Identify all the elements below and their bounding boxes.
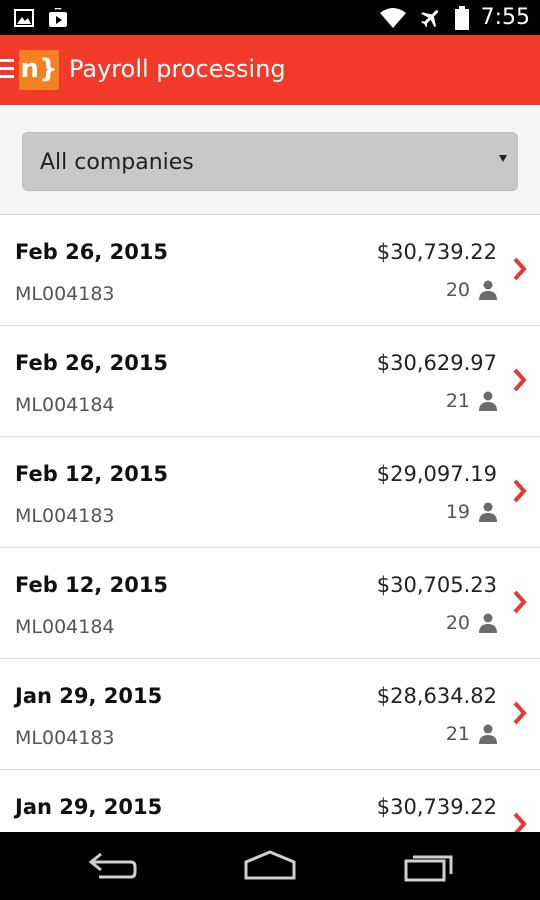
status-time: 7:55: [480, 5, 530, 30]
status-bar: 7:55: [0, 0, 540, 35]
image-icon: [14, 9, 34, 27]
payroll-date: Jan 29, 2015: [15, 795, 163, 819]
system-nav-bar: [0, 832, 540, 900]
company-code: ML004183: [15, 283, 115, 305]
back-icon[interactable]: [87, 850, 137, 882]
company-code: ML004183: [15, 727, 115, 749]
payroll-row[interactable]: Feb 26, 2015 ML004184 $30,629.97 21: [0, 326, 540, 437]
company-select[interactable]: All companies: [22, 132, 518, 191]
payroll-amount: $30,739.22: [376, 795, 497, 819]
menu-icon[interactable]: [0, 59, 14, 79]
payroll-amount: $30,705.23: [376, 573, 497, 597]
payroll-row[interactable]: Jan 29, 2015 ML004183 $28,634.82 21: [0, 659, 540, 770]
payroll-row[interactable]: Jan 29, 2015 $30,739.22: [0, 770, 540, 832]
employee-count: 21: [446, 723, 497, 745]
employee-count-value: 20: [445, 279, 470, 301]
payroll-amount: $28,634.82: [376, 684, 497, 708]
app-logo[interactable]: n}: [19, 50, 59, 90]
employee-count-value: 20: [445, 612, 470, 634]
employee-count: 20: [446, 279, 497, 301]
payroll-date: Feb 26, 2015: [15, 240, 169, 264]
employee-count: 21: [446, 390, 497, 412]
payroll-amount: $29,097.19: [376, 462, 497, 486]
chevron-right-icon[interactable]: [513, 479, 527, 503]
app-bar: n} Payroll processing: [0, 35, 540, 105]
company-code: ML004184: [15, 616, 115, 638]
payroll-date: Feb 12, 2015: [15, 573, 169, 597]
payroll-row[interactable]: Feb 26, 2015 ML004183 $30,739.22 20: [0, 215, 540, 326]
company-code: ML004183: [15, 505, 115, 527]
employee-count-value: 21: [445, 390, 470, 412]
home-icon[interactable]: [243, 850, 297, 882]
chevron-right-icon[interactable]: [513, 257, 527, 281]
payroll-amount: $30,739.22: [376, 240, 497, 264]
payroll-list: Feb 26, 2015 ML004183 $30,739.22 20 Feb …: [0, 215, 540, 832]
employee-count-value: 21: [445, 723, 470, 745]
airplane-icon: [420, 9, 438, 27]
payroll-amount: $30,629.97: [376, 351, 497, 375]
recent-apps-icon[interactable]: [404, 850, 454, 882]
company-code: ML004184: [15, 394, 115, 416]
company-select-value: All companies: [40, 150, 194, 175]
play-store-icon: [49, 8, 67, 27]
payroll-row[interactable]: Feb 12, 2015 ML004183 $29,097.19 19: [0, 437, 540, 548]
app-logo-text: n}: [20, 54, 58, 84]
person-icon: [479, 502, 497, 522]
chevron-right-icon[interactable]: [513, 590, 527, 614]
payroll-date: Jan 29, 2015: [15, 684, 163, 708]
person-icon: [479, 613, 497, 633]
employee-count-value: 19: [445, 501, 470, 523]
dropdown-arrow-icon: [499, 155, 507, 162]
filter-area: All companies: [0, 105, 540, 215]
page-title: Payroll processing: [69, 55, 286, 83]
employee-count: 19: [446, 501, 497, 523]
chevron-right-icon[interactable]: [513, 368, 527, 392]
payroll-date: Feb 12, 2015: [15, 462, 169, 486]
chevron-right-icon[interactable]: [513, 812, 527, 832]
person-icon: [479, 724, 497, 744]
person-icon: [479, 280, 497, 300]
payroll-date: Feb 26, 2015: [15, 351, 169, 375]
chevron-right-icon[interactable]: [513, 701, 527, 725]
wifi-icon: [379, 7, 406, 28]
battery-icon: [454, 5, 469, 30]
payroll-row[interactable]: Feb 12, 2015 ML004184 $30,705.23 20: [0, 548, 540, 659]
person-icon: [479, 391, 497, 411]
employee-count: 20: [446, 612, 497, 634]
